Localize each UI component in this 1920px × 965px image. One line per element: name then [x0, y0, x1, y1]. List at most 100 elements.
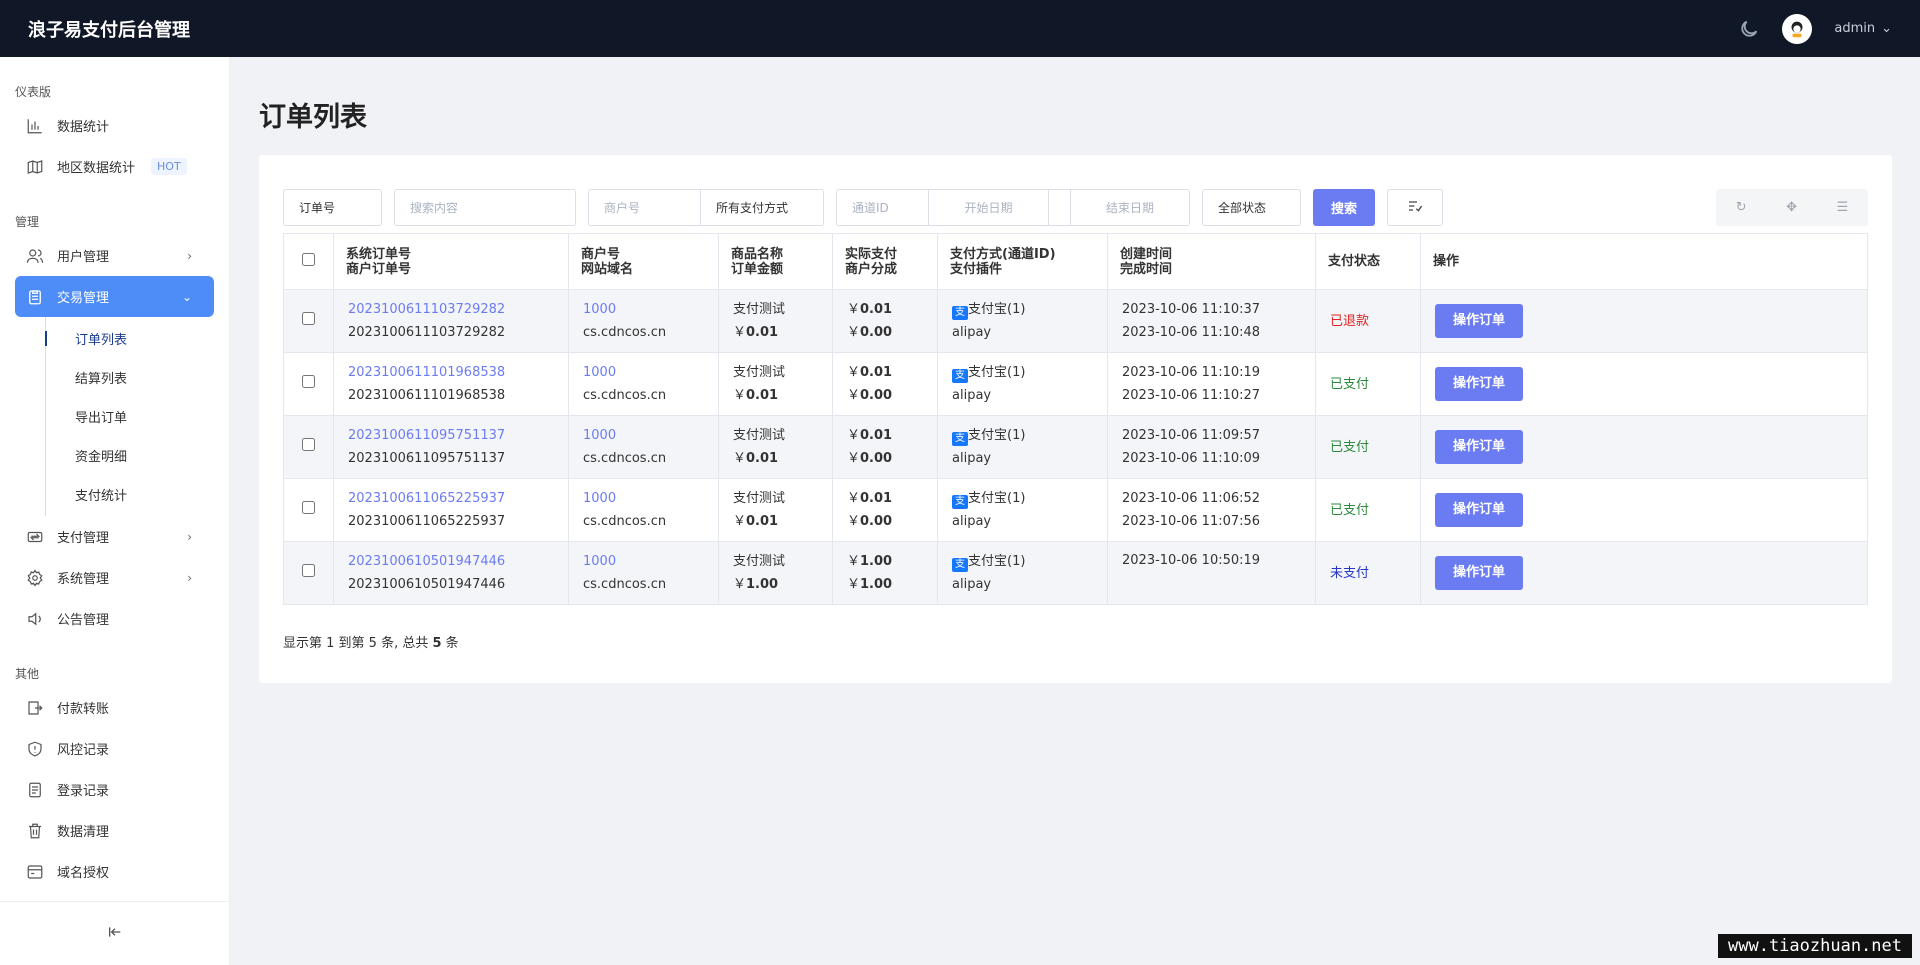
transactions-submenu: 订单列表 结算列表 导出订单 资金明细 支付统计 [45, 317, 229, 516]
status-cell: 已退款 [1315, 289, 1421, 353]
search-button[interactable]: 搜索 [1313, 189, 1376, 226]
row-select-cell [283, 352, 334, 416]
start-date-input[interactable]: 开始日期 [929, 189, 1049, 226]
fullscreen-icon[interactable]: ✥ [1786, 200, 1797, 215]
columns-icon[interactable]: ☰ [1837, 200, 1849, 215]
channel-input[interactable]: 通道ID [836, 189, 929, 226]
status-badge: 未支付 [1330, 565, 1370, 581]
merchant-input[interactable]: 商户号 [588, 189, 701, 226]
sidebar-item-label: 系统管理 [57, 572, 110, 587]
col-pay-method: 支付方式(通道ID) 支付插件 [937, 233, 1108, 290]
pay-type-select[interactable]: 所有支付方式 [701, 189, 824, 226]
pay-method: 支支付宝(1) [952, 298, 1093, 321]
col-action: 操作 [1420, 233, 1868, 290]
merchant-link[interactable]: 1000 [583, 298, 704, 321]
merchant-link[interactable]: 1000 [583, 424, 704, 447]
sidebar-item-order-list[interactable]: 订单列表 [45, 319, 229, 358]
sidebar-item-data-cleanup[interactable]: 数据清理 [15, 810, 214, 851]
collapse-left-icon [107, 924, 123, 944]
sidebar-item-transactions[interactable]: 交易管理 ⌄ [15, 276, 214, 317]
time-cell: 2023-10-06 11:09:57 2023-10-06 11:10:09 [1107, 415, 1316, 479]
alipay-icon: 支 [952, 558, 968, 572]
refresh-icon[interactable]: ↻ [1736, 200, 1747, 215]
finished-time: 2023-10-06 11:10:27 [1122, 388, 1261, 403]
merchant-cell: 1000 cs.cdncos.cn [568, 352, 719, 416]
moon-icon[interactable] [1738, 18, 1760, 40]
pay-plugin: alipay [952, 514, 992, 529]
user-menu[interactable]: admin ⌄ [1834, 21, 1892, 36]
operate-order-button[interactable]: 操作订单 [1435, 430, 1524, 464]
row-checkbox[interactable] [302, 374, 315, 388]
search-input[interactable]: 搜索内容 [394, 189, 576, 226]
avatar[interactable] [1782, 13, 1813, 44]
trade-no: 2023100611101968538 [348, 388, 506, 403]
sidebar-item-data-stats[interactable]: 数据统计 [15, 105, 214, 146]
alipay-icon: 支 [952, 306, 968, 320]
sidebar-item-export-orders[interactable]: 导出订单 [46, 397, 229, 436]
orders-table: 系统订单号 商户订单号 商户号 网站域名 商品名称 订单金额 实际支付 商户分成 支付方… [283, 233, 1868, 605]
row-checkbox[interactable] [302, 563, 315, 577]
sidebar-item-label: 交易管理 [57, 291, 110, 306]
pay-method-cell: 支支付宝(1) alipay [937, 289, 1108, 353]
sidebar-item-pay-stats[interactable]: 支付统计 [46, 475, 229, 514]
sys-order-link[interactable]: 2023100611095751137 [348, 424, 554, 447]
operate-order-button[interactable]: 操作订单 [1435, 493, 1524, 527]
chevron-right-icon: › [187, 529, 192, 544]
sidebar-item-transfer[interactable]: 付款转账 [15, 687, 214, 728]
row-select-cell [283, 415, 334, 479]
merchant-share: ￥0.00 [847, 388, 893, 403]
sidebar-item-settlement-list[interactable]: 结算列表 [46, 358, 229, 397]
pay-method: 支支付宝(1) [952, 550, 1093, 573]
sys-order-link[interactable]: 2023100611101968538 [348, 361, 554, 384]
operate-order-button[interactable]: 操作订单 [1435, 556, 1524, 590]
chevron-down-icon: ⌄ [181, 289, 192, 304]
collapse-sidebar-button[interactable] [0, 901, 229, 965]
sidebar-item-users[interactable]: 用户管理 › [15, 235, 214, 276]
sys-order-link[interactable]: 2023100611103729282 [348, 298, 554, 321]
paid-cell: ￥0.01 ￥0.00 [832, 352, 938, 416]
sidebar-item-system[interactable]: 系统管理 › [15, 557, 214, 598]
sidebar-item-login-log[interactable]: 登录记录 [15, 769, 214, 810]
trade-no: 2023100610501947446 [348, 577, 506, 592]
select-all-checkbox[interactable] [302, 253, 315, 266]
sidebar-item-payment[interactable]: 支付管理 › [15, 516, 214, 557]
status-select[interactable]: 全部状态 [1202, 189, 1301, 226]
main-content: 订单列表 订单号 搜索内容 商户号 所有支付方式 通道ID 开始日期 结束日期 … [230, 57, 1920, 965]
sidebar-section-dashboard: 仪表版 [15, 85, 52, 99]
sidebar-item-fund-details[interactable]: 资金明细 [46, 436, 229, 475]
chevron-down-icon: ⌄ [1881, 21, 1892, 36]
row-checkbox[interactable] [302, 437, 315, 451]
merchant-link[interactable]: 1000 [583, 550, 704, 573]
sidebar-item-announcements[interactable]: 公告管理 [15, 598, 214, 639]
col-status: 支付状态 [1315, 233, 1421, 290]
clipboard-icon [25, 287, 45, 307]
sidebar-item-risk[interactable]: 风控记录 [15, 728, 214, 769]
order-amount: ￥0.01 [733, 325, 779, 340]
status-badge: 已退款 [1330, 313, 1370, 329]
merchant-cell: 1000 cs.cdncos.cn [568, 541, 719, 605]
sidebar-item-label: 数据统计 [57, 120, 110, 135]
col-paid: 实际支付 商户分成 [832, 233, 938, 290]
batch-action-button[interactable] [1387, 189, 1444, 226]
sidebar: 仪表版 数据统计 地区数据统计 HOT 管理 用户管理 › 交易管理 ⌄ 订单列… [0, 57, 230, 965]
operate-order-button[interactable]: 操作订单 [1435, 367, 1524, 401]
order-field-select[interactable]: 订单号 [283, 189, 382, 226]
sys-order-link[interactable]: 2023100611065225937 [348, 487, 554, 510]
sys-order-link[interactable]: 2023100610501947446 [348, 550, 554, 573]
merchant-link[interactable]: 1000 [583, 361, 704, 384]
operate-order-button[interactable]: 操作订单 [1435, 304, 1524, 338]
sidebar-item-label: 支付管理 [57, 531, 110, 546]
domain: cs.cdncos.cn [583, 451, 667, 466]
sidebar-item-region-stats[interactable]: 地区数据统计 HOT [15, 146, 214, 187]
row-checkbox[interactable] [302, 311, 315, 325]
product-name: 支付测试 [733, 491, 786, 506]
paid-cell: ￥0.01 ￥0.00 [832, 289, 938, 353]
order-no-cell: 2023100611101968538 2023100611101968538 [333, 352, 569, 416]
merchant-link[interactable]: 1000 [583, 487, 704, 510]
end-date-input[interactable]: 结束日期 [1071, 189, 1190, 226]
chevron-right-icon: › [187, 570, 192, 585]
row-checkbox[interactable] [302, 500, 315, 514]
sidebar-item-domain-auth[interactable]: 域名授权 [15, 851, 214, 892]
paid-cell: ￥1.00 ￥1.00 [832, 541, 938, 605]
paid-cell: ￥0.01 ￥0.00 [832, 415, 938, 479]
